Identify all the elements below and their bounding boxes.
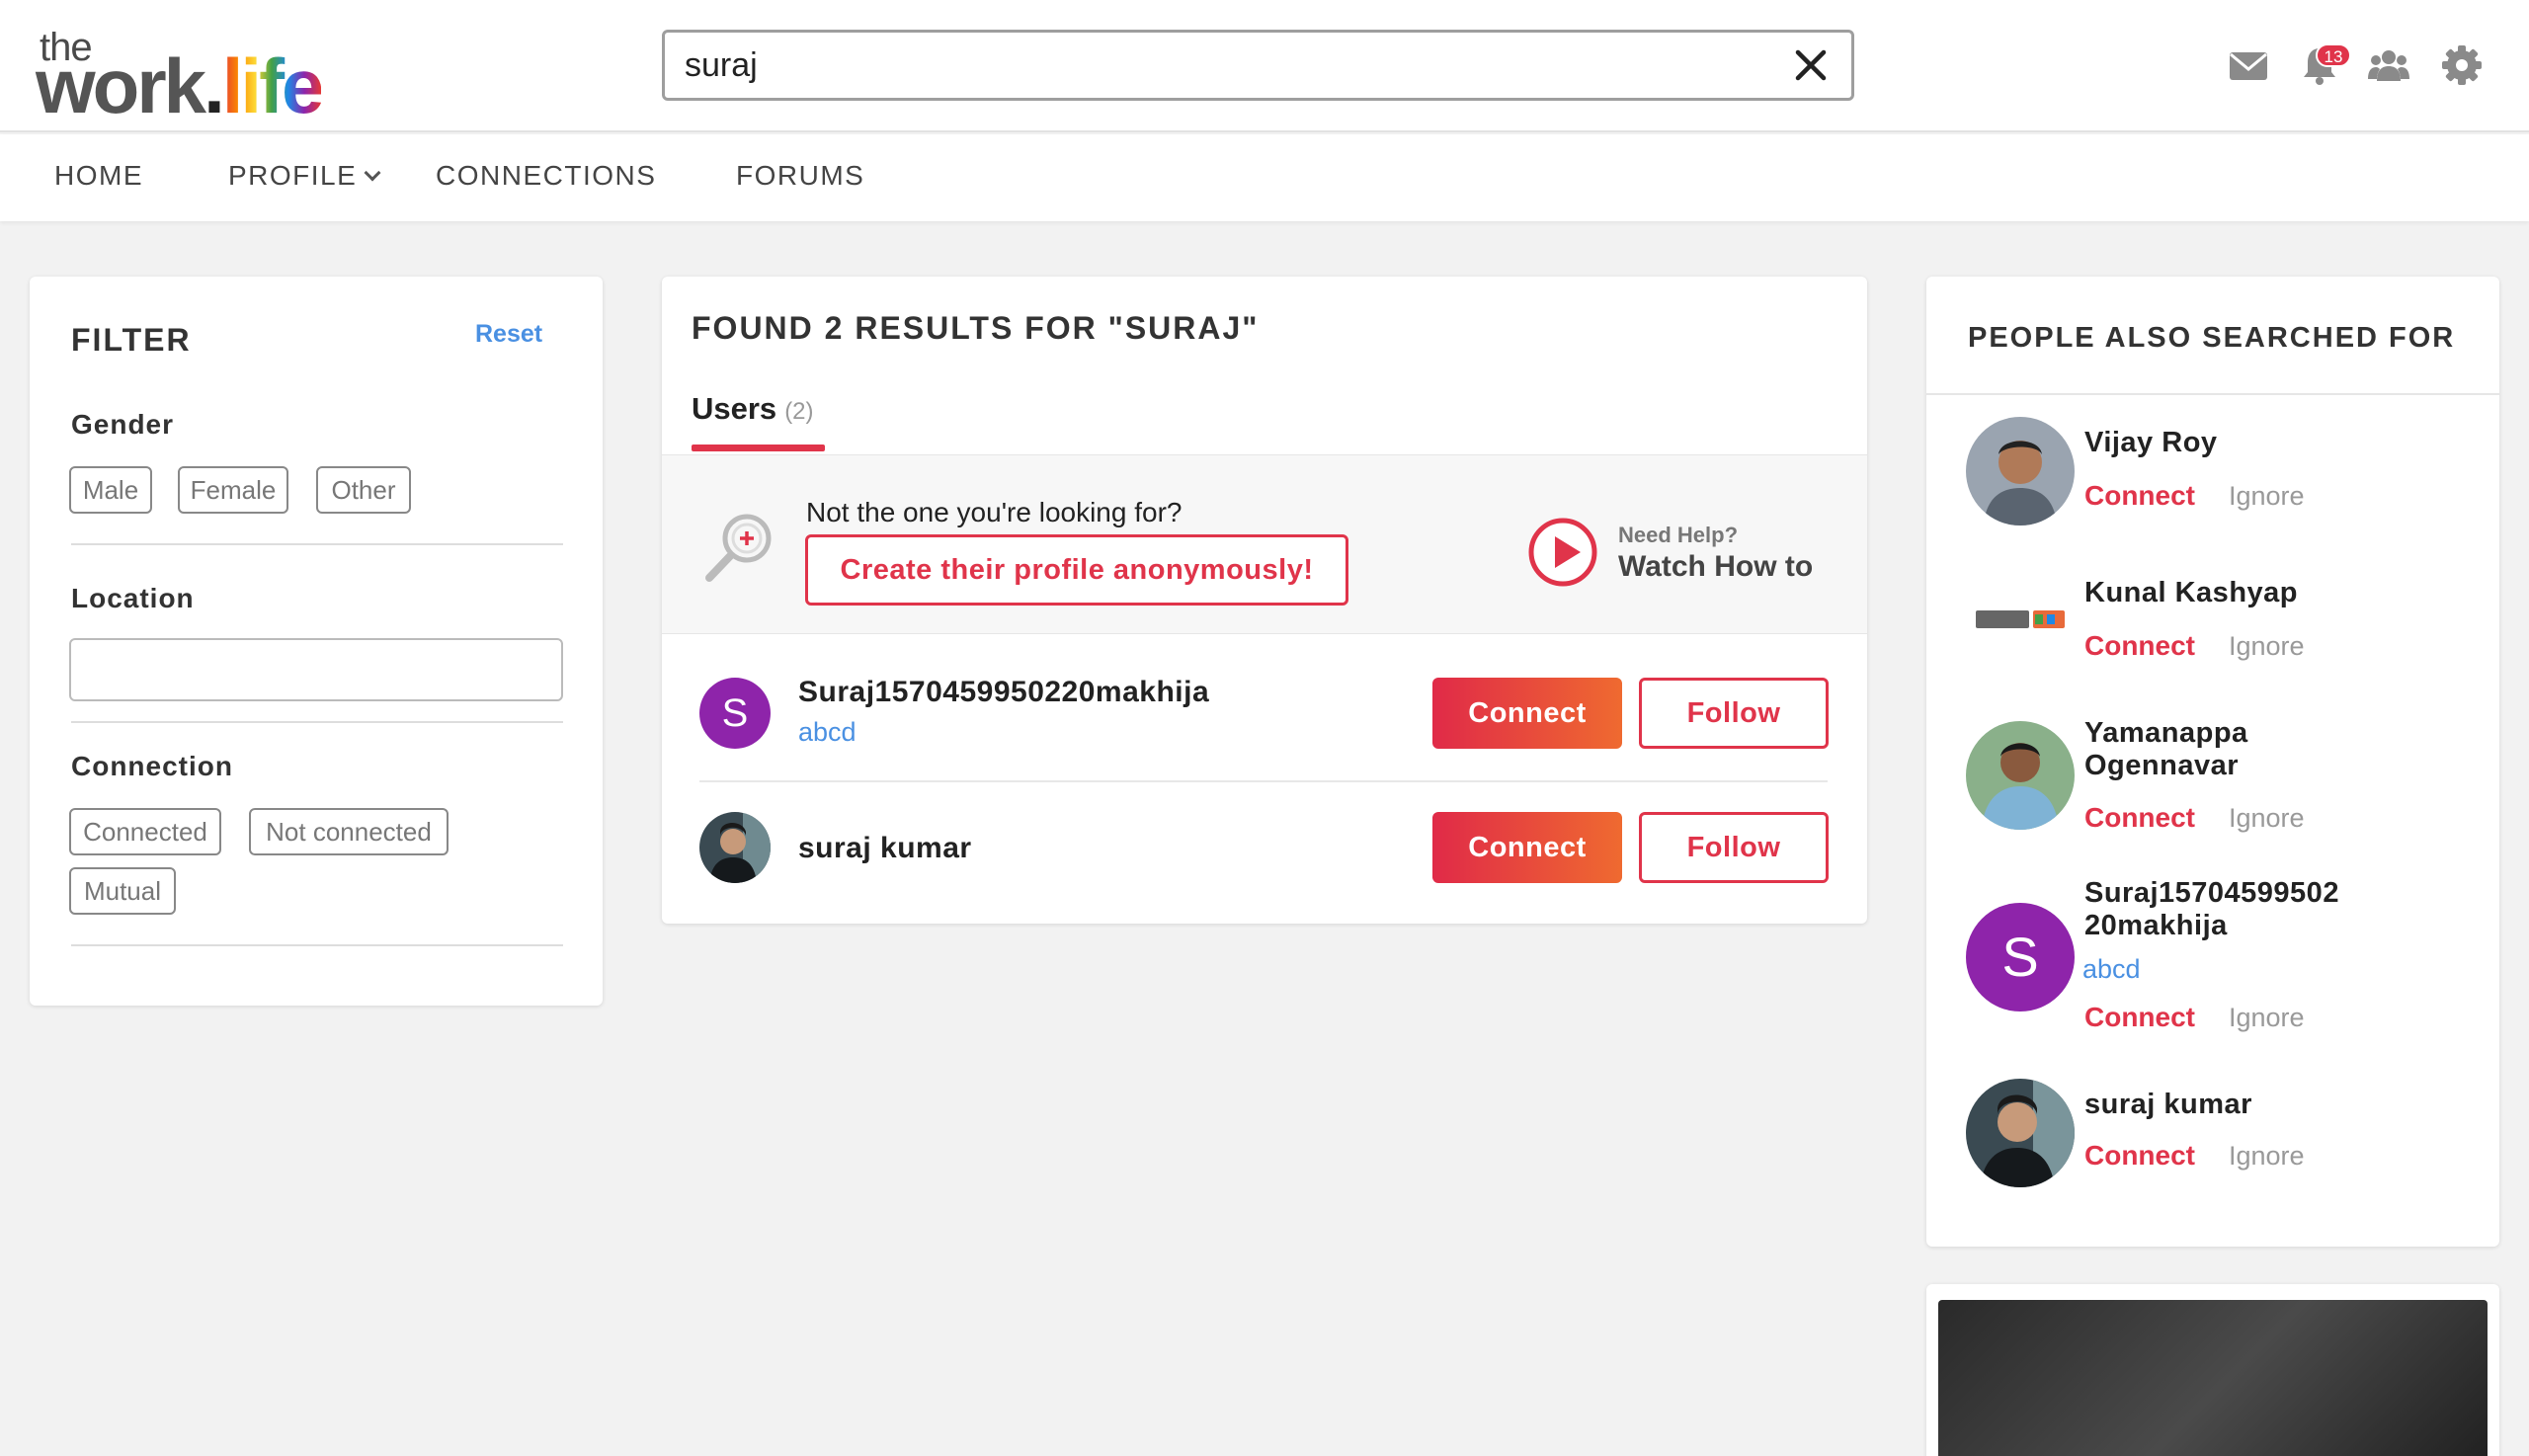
magnifier-plus-icon	[705, 514, 772, 582]
tab-users-count: (2)	[784, 398, 814, 425]
person-name[interactable]: Kunal Kashyap	[2084, 577, 2298, 609]
nav-connections[interactable]: CONNECTIONS	[436, 160, 656, 192]
avatar[interactable]	[1966, 1079, 2075, 1187]
active-tab-indicator	[692, 445, 825, 451]
filter-title: FILTER	[71, 322, 192, 358]
create-anonymous-profile-button[interactable]: Create their profile anonymously!	[805, 534, 1348, 606]
location-input[interactable]	[69, 638, 563, 701]
person-connect-link[interactable]: Connect	[2084, 802, 2195, 834]
person-connect-link[interactable]: Connect	[2084, 480, 2195, 512]
results-title: FOUND 2 RESULTS FOR "SURAJ"	[692, 310, 1260, 346]
notification-badge: 13	[2316, 43, 2351, 67]
person-ignore-link[interactable]: Ignore	[2229, 631, 2305, 662]
person-ignore-link[interactable]: Ignore	[2229, 1003, 2305, 1033]
connect-button[interactable]: Connect	[1432, 812, 1622, 883]
result-user-name[interactable]: suraj kumar	[798, 832, 972, 865]
filter-divider	[71, 944, 563, 946]
person-name[interactable]: suraj kumar	[2084, 1089, 2252, 1121]
user-photo-icon	[1966, 1079, 2075, 1187]
search-input[interactable]	[685, 40, 1752, 90]
tab-users[interactable]: Users (2)	[692, 391, 814, 427]
logo-life: life	[221, 42, 325, 129]
mutual-chip[interactable]: Mutual	[69, 867, 176, 915]
gender-male-chip[interactable]: Male	[69, 466, 152, 514]
avatar[interactable]	[1966, 417, 2075, 526]
watch-how-to-text[interactable]: Watch How to	[1618, 550, 1813, 584]
logo-work: work	[36, 42, 206, 129]
nav-profile[interactable]: PROFILE	[228, 160, 381, 192]
filter-panel: FILTER Reset Gender Male Female Other Lo…	[30, 277, 603, 1006]
top-header: the work.life 13	[0, 0, 2529, 132]
nav-home[interactable]: HOME	[54, 160, 143, 192]
result-row: suraj kumar Connect Follow	[662, 782, 1867, 919]
reset-link[interactable]: Reset	[475, 320, 542, 349]
result-row: S Suraj1570459950220makhija abcd Connect…	[662, 646, 1867, 782]
avatar[interactable]	[1966, 721, 2075, 830]
result-user-name[interactable]: Suraj1570459950220makhija	[798, 676, 1209, 709]
theworklife-logo[interactable]: the work.life	[36, 26, 352, 124]
search-clear-icon[interactable]	[1788, 42, 1834, 88]
person-name[interactable]: Yamanappa Ogennavar	[2084, 717, 2248, 782]
not-the-one-text: Not the one you're looking for?	[806, 497, 1183, 527]
tab-users-label: Users	[692, 391, 777, 426]
filter-divider	[71, 543, 563, 545]
avatar[interactable]	[699, 812, 771, 883]
person-ignore-link[interactable]: Ignore	[2229, 803, 2305, 834]
person-name[interactable]: Vijay Roy	[2084, 427, 2218, 459]
person-name-line1: Suraj15704599502	[2084, 877, 2339, 909]
follow-button[interactable]: Follow	[1639, 812, 1829, 883]
follow-button[interactable]: Follow	[1639, 678, 1829, 749]
nav-forums[interactable]: FORUMS	[736, 160, 864, 192]
gender-label: Gender	[71, 409, 175, 440]
connection-label: Connection	[71, 751, 233, 781]
need-help-text[interactable]: Need Help?	[1618, 523, 1738, 548]
not-connected-chip[interactable]: Not connected	[249, 808, 449, 855]
panel-divider	[1926, 393, 2499, 395]
mail-icon[interactable]	[2227, 43, 2270, 87]
people-also-title: PEOPLE ALSO SEARCHED FOR	[1968, 322, 2456, 354]
gender-female-chip[interactable]: Female	[178, 466, 288, 514]
person-connect-link[interactable]: Connect	[2084, 1140, 2195, 1172]
person-name-line2: Ogennavar	[2084, 750, 2239, 781]
worklife-logo-avatar-icon	[1966, 565, 2075, 674]
person-subtitle[interactable]: abcd	[2082, 954, 2141, 985]
person-name-line1: Yamanappa	[2084, 717, 2248, 749]
connect-button[interactable]: Connect	[1432, 678, 1622, 749]
search-box	[662, 30, 1854, 101]
promo-card	[1926, 1284, 2499, 1456]
gender-other-chip[interactable]: Other	[316, 466, 411, 514]
people-icon[interactable]	[2367, 43, 2410, 87]
logo-dot: .	[204, 42, 225, 129]
chevron-down-icon	[364, 164, 381, 182]
user-photo-icon	[1966, 417, 2075, 526]
connected-chip[interactable]: Connected	[69, 808, 221, 855]
person-connect-link[interactable]: Connect	[2084, 1002, 2195, 1033]
play-icon[interactable]	[1527, 517, 1598, 588]
avatar[interactable]: S	[699, 678, 771, 749]
gear-icon[interactable]	[2440, 43, 2484, 87]
user-photo-icon	[699, 812, 771, 883]
person-connect-link[interactable]: Connect	[2084, 630, 2195, 662]
logo-main: work.life	[36, 47, 324, 124]
not-found-help-band: Not the one you're looking for? Create t…	[662, 454, 1867, 634]
main-nav: HOME PROFILE CONNECTIONS FORUMS	[0, 134, 2529, 221]
nav-profile-label: PROFILE	[228, 160, 358, 191]
avatar[interactable]: S	[1966, 903, 2075, 1011]
filter-divider	[71, 721, 563, 723]
person-name-line2: 20makhija	[2084, 910, 2228, 941]
avatar[interactable]	[1966, 565, 2075, 674]
people-also-searched-panel: PEOPLE ALSO SEARCHED FOR Vijay Roy Conne…	[1926, 277, 2499, 1247]
user-photo-icon	[1966, 721, 2075, 830]
person-ignore-link[interactable]: Ignore	[2229, 481, 2305, 512]
result-user-subtitle[interactable]: abcd	[798, 717, 857, 748]
person-ignore-link[interactable]: Ignore	[2229, 1141, 2305, 1172]
person-name[interactable]: Suraj15704599502 20makhija	[2084, 877, 2339, 942]
search-results-panel: FOUND 2 RESULTS FOR "SURAJ" Users (2) Not…	[662, 277, 1867, 924]
location-label: Location	[71, 583, 195, 613]
promo-image[interactable]	[1938, 1300, 2488, 1456]
